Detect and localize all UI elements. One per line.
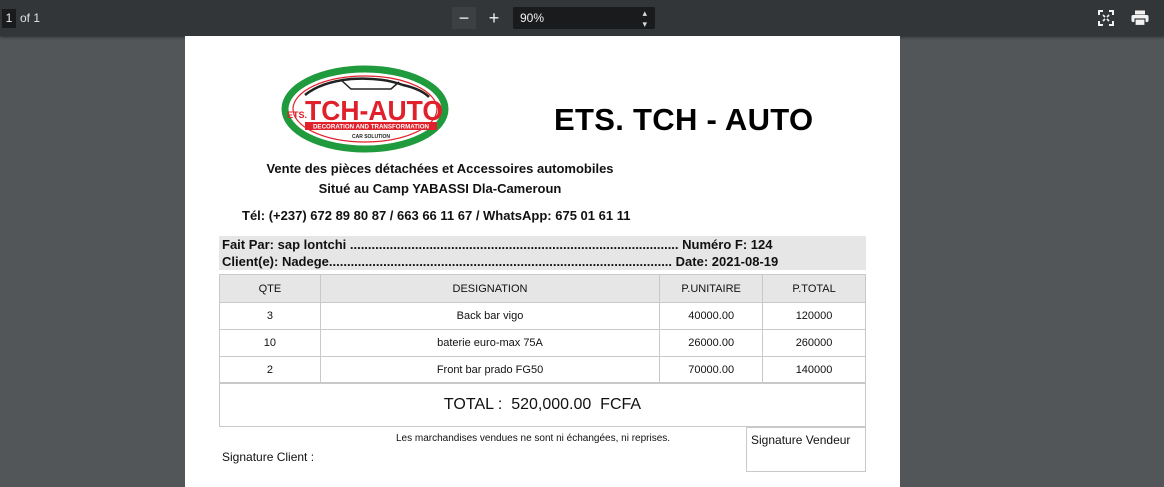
svg-text:CAR SOLUTION: CAR SOLUTION (352, 134, 390, 140)
table-header-row: QTE DESIGNATION P.UNITAIRE P.TOTAL (219, 274, 866, 303)
client-date-line: Client(e): Nadege.......................… (222, 254, 779, 269)
cell-qte: 2 (219, 356, 321, 384)
zoom-out-button[interactable]: − (452, 7, 476, 29)
invoice-total: TOTAL : 520,000.00 FCFA (219, 382, 866, 427)
client-signature-label: Signature Client : (222, 450, 315, 464)
cell-designation: baterie euro-max 75A (319, 329, 661, 357)
telephone-line: Tél: (+237) 672 89 80 87 / 663 66 11 67 … (242, 208, 631, 223)
pdf-toolbar: 1 of 1 − + 90% ▴ ▾ (0, 0, 1164, 36)
business-location: Situé au Camp YABASSI Dla-Cameroun (318, 181, 562, 196)
zoom-level-value: 90% (520, 11, 545, 25)
cell-total-price: 260000 (762, 329, 866, 357)
cell-total-price: 140000 (762, 356, 866, 384)
no-return-notice: Les marchandises vendues ne sont ni écha… (396, 433, 671, 444)
issuer-number-line: Fait Par: sap lontchi ..................… (222, 237, 773, 252)
svg-text:TCH-AUTO: TCH-AUTO (305, 95, 443, 126)
cell-qte: 3 (219, 302, 321, 330)
table-row: 3 Back bar vigo 40000.00 120000 (219, 302, 866, 330)
select-arrows-icon: ▴ ▾ (642, 8, 647, 29)
business-description: Vente des pièces détachées et Accessoire… (266, 161, 614, 176)
cell-designation: Front bar prado FG50 (319, 356, 661, 384)
table-row: 10 baterie euro-max 75A 26000.00 260000 (219, 329, 866, 357)
svg-text:ETS.: ETS. (287, 110, 307, 120)
company-name: ETS. TCH - AUTO (554, 102, 814, 137)
cell-designation: Back bar vigo (319, 302, 661, 330)
invoice-page: ETS. TCH-AUTO DECORATION AND TRANSFORMAT… (185, 36, 900, 487)
cell-unit-price: 26000.00 (659, 329, 764, 357)
items-table: QTE DESIGNATION P.UNITAIRE P.TOTAL 3 Bac… (219, 274, 866, 384)
cell-unit-price: 70000.00 (659, 356, 764, 384)
svg-text:DECORATION AND TRANSFORMATION: DECORATION AND TRANSFORMATION (313, 124, 430, 131)
invoice-info-block: Fait Par: sap lontchi ..................… (219, 236, 866, 270)
table-row: 2 Front bar prado FG50 70000.00 140000 (219, 356, 866, 384)
cell-total-price: 120000 (762, 302, 866, 330)
vendor-signature-box: Signature Vendeur (746, 427, 866, 472)
col-header-qte: QTE (219, 274, 321, 303)
cell-unit-price: 40000.00 (659, 302, 764, 330)
zoom-in-button[interactable]: + (482, 7, 506, 29)
page-count-label: of 1 (20, 11, 41, 25)
col-header-designation: DESIGNATION (319, 274, 661, 303)
zoom-select[interactable]: 90% ▴ ▾ (513, 7, 655, 29)
cell-qte: 10 (219, 329, 321, 357)
fit-to-page-icon[interactable] (1098, 10, 1114, 26)
page-number-input[interactable]: 1 (2, 9, 16, 28)
tch-auto-logo: ETS. TCH-AUTO DECORATION AND TRANSFORMAT… (281, 65, 449, 153)
col-header-total-price: P.TOTAL (762, 274, 866, 303)
print-icon[interactable] (1131, 10, 1149, 26)
col-header-unit-price: P.UNITAIRE (659, 274, 764, 303)
